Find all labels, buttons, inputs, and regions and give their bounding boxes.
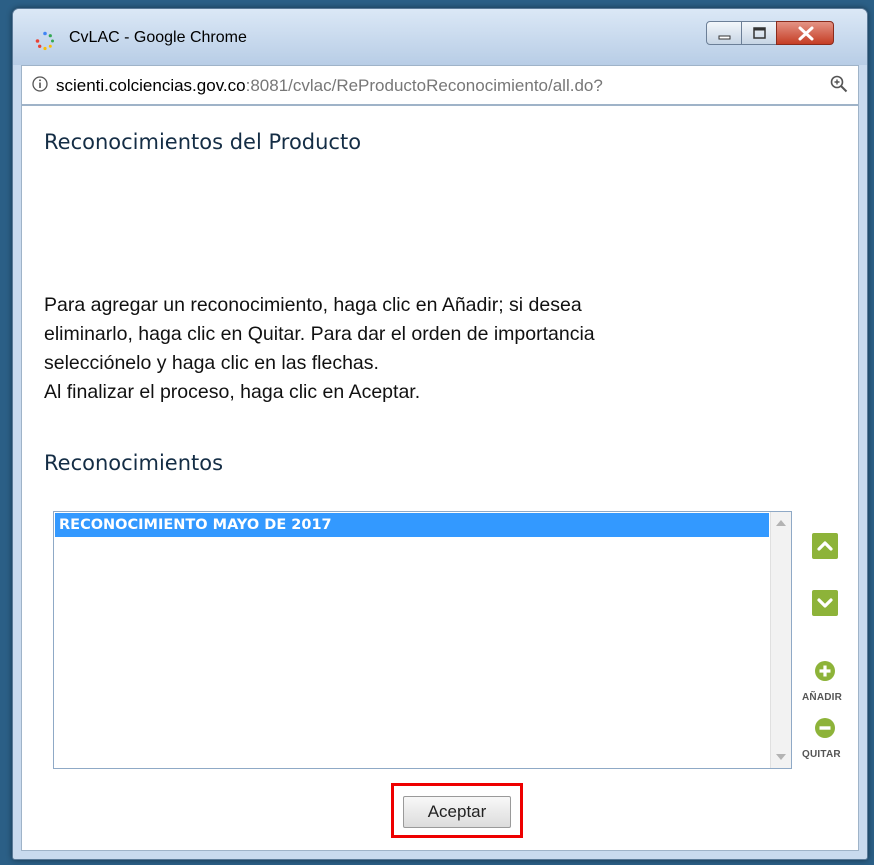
maximize-button[interactable] xyxy=(741,21,777,45)
remove-label[interactable]: QUITAR xyxy=(802,749,841,760)
minimize-icon xyxy=(718,35,731,40)
chevron-down-icon xyxy=(817,598,833,608)
url-path: :8081/cvlac/ReProductoReconocimiento/all… xyxy=(245,76,603,95)
info-icon[interactable] xyxy=(32,76,48,92)
instructions-line: selecciónelo y haga clic en las flechas. xyxy=(44,352,379,374)
instructions-line: Al finalizar el proceso, haga clic en Ac… xyxy=(44,381,421,403)
browser-window: CvLAC - Google Chrome scienti.colciencia… xyxy=(12,8,868,860)
minus-circle-icon xyxy=(819,726,831,730)
reconocimientos-listbox[interactable]: RECONOCIMIENTO MAYO DE 2017 xyxy=(53,511,792,769)
instructions-text: Para agregar un reconocimiento, haga cli… xyxy=(44,291,824,407)
url-text[interactable]: scienti.colciencias.gov.co:8081/cvlac/Re… xyxy=(56,76,603,96)
window-title: CvLAC - Google Chrome xyxy=(69,29,247,46)
move-down-button[interactable] xyxy=(812,590,838,616)
chrome-logo-icon xyxy=(35,31,54,51)
scroll-up-arrow-icon[interactable] xyxy=(776,520,786,526)
move-up-button[interactable] xyxy=(812,533,838,559)
chevron-up-icon xyxy=(817,541,833,551)
minimize-button[interactable] xyxy=(706,21,742,45)
page-title: Reconocimientos del Producto xyxy=(44,130,362,154)
url-host: scienti.colciencias.gov.co xyxy=(56,76,246,95)
page-content: Reconocimientos del Producto Para agrega… xyxy=(21,105,859,851)
section-title: Reconocimientos xyxy=(44,451,224,475)
plus-circle-icon xyxy=(819,665,831,677)
maximize-icon xyxy=(753,27,766,39)
instructions-line: eliminarlo, haga clic en Quitar. Para da… xyxy=(44,323,595,345)
address-bar[interactable]: scienti.colciencias.gov.co:8081/cvlac/Re… xyxy=(21,65,859,105)
instructions-line: Para agregar un reconocimiento, haga cli… xyxy=(44,294,582,316)
title-bar: CvLAC - Google Chrome xyxy=(13,9,867,65)
scroll-down-arrow-icon[interactable] xyxy=(776,754,786,760)
close-icon xyxy=(798,26,814,41)
remove-button[interactable] xyxy=(815,718,835,738)
accept-button[interactable]: Aceptar xyxy=(403,796,511,828)
add-button[interactable] xyxy=(815,661,835,681)
zoom-icon[interactable] xyxy=(830,75,848,93)
close-button[interactable] xyxy=(776,21,834,45)
add-label[interactable]: AÑADIR xyxy=(802,692,842,703)
list-item[interactable]: RECONOCIMIENTO MAYO DE 2017 xyxy=(55,513,769,537)
listbox-scrollbar[interactable] xyxy=(770,512,791,768)
